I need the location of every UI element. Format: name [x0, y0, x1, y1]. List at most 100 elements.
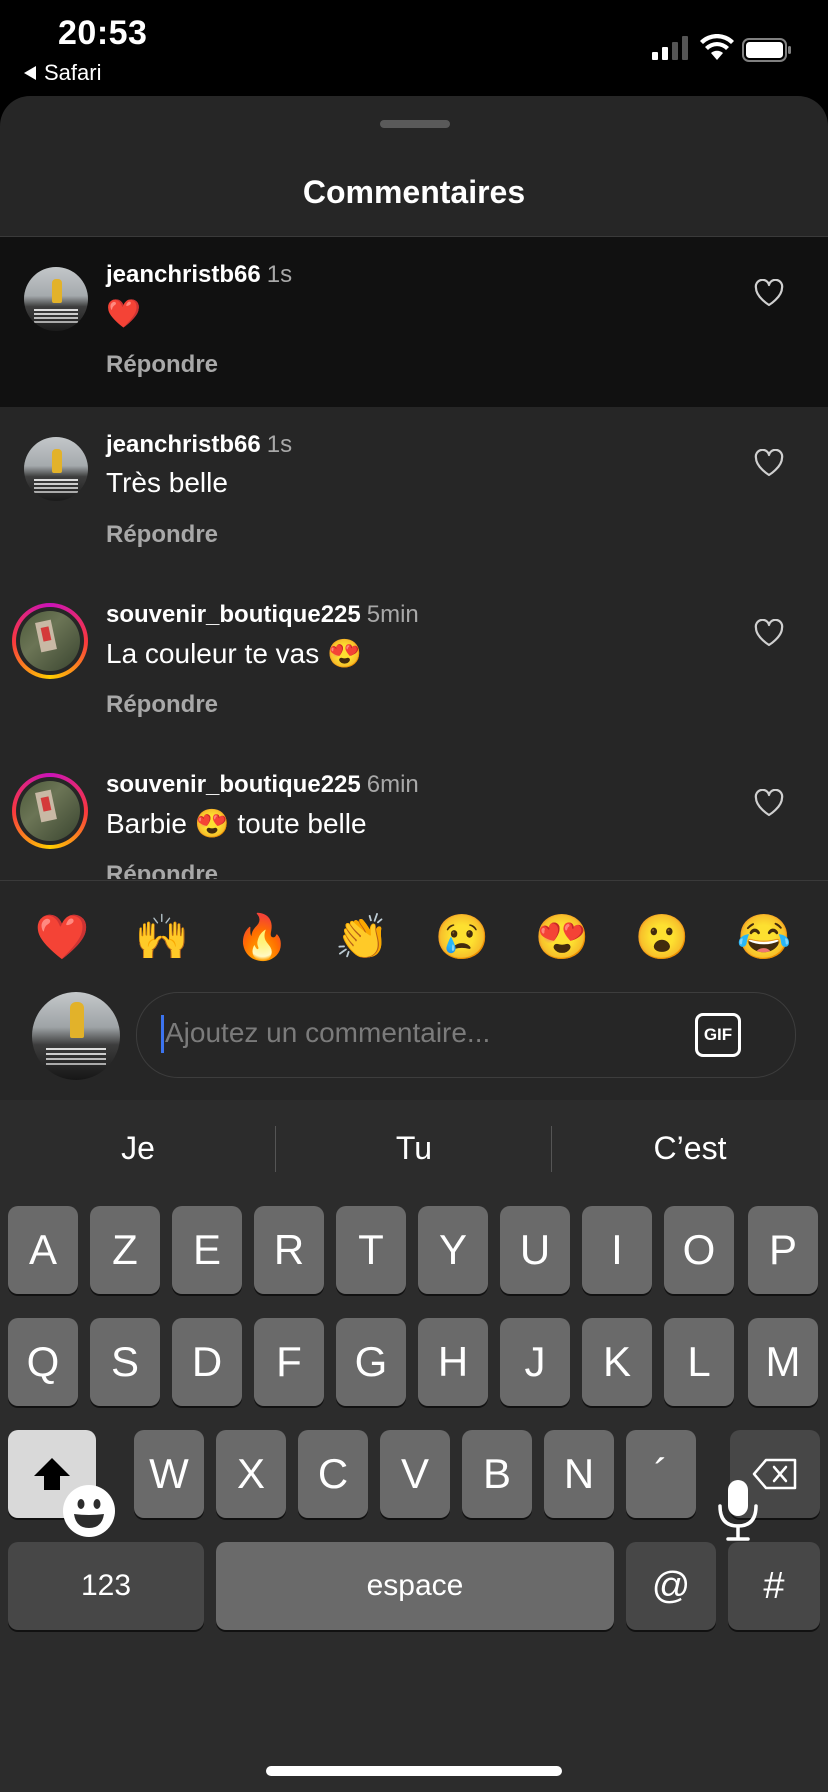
key[interactable]: N — [544, 1430, 614, 1518]
key[interactable]: K — [582, 1318, 652, 1406]
home-indicator[interactable] — [266, 1766, 562, 1776]
comment-time: 1s — [266, 261, 293, 288]
back-arrow-icon — [24, 66, 36, 80]
hash-key[interactable]: # — [728, 1542, 820, 1630]
like-heart-icon[interactable] — [754, 279, 784, 307]
like-heart-icon[interactable] — [754, 449, 784, 477]
comment-item: jeanchristb66 1s Très belle Répondre — [0, 407, 828, 577]
text-caret — [161, 1015, 164, 1053]
emoji-laughing-button[interactable]: 😂 — [732, 906, 796, 970]
emoji-crying-button[interactable]: 😢 — [430, 906, 494, 970]
key[interactable]: B — [462, 1430, 532, 1518]
at-key[interactable]: @ — [626, 1542, 716, 1630]
comment-username[interactable]: souvenir_boutique225 — [106, 771, 361, 798]
emoji-clapping-button[interactable]: 👏 — [330, 906, 394, 970]
key[interactable]: L — [664, 1318, 734, 1406]
key[interactable]: A — [8, 1206, 78, 1294]
status-bar: 20:53 Safari — [0, 0, 828, 96]
key[interactable]: C — [298, 1430, 368, 1518]
key[interactable]: O — [664, 1206, 734, 1294]
suggestion[interactable]: C’est — [552, 1100, 828, 1196]
comment-header: jeanchristb66 1s — [106, 431, 292, 459]
key[interactable]: S — [90, 1318, 160, 1406]
comment-item: jeanchristb66 1s ❤️ Répondre — [0, 237, 828, 407]
key[interactable]: P — [748, 1206, 818, 1294]
avatar-photo — [20, 611, 80, 671]
gif-button[interactable]: GIF — [695, 1013, 741, 1057]
key[interactable]: U — [500, 1206, 570, 1294]
reply-button[interactable]: Répondre — [106, 521, 218, 549]
status-time: 20:53 — [58, 14, 148, 52]
comment-header: jeanchristb66 1s — [106, 261, 292, 289]
numbers-key[interactable]: 123 — [8, 1542, 204, 1630]
microphone-icon[interactable] — [716, 1478, 760, 1542]
comment-time: 1s — [266, 431, 293, 458]
suggestion[interactable]: Tu — [276, 1100, 552, 1196]
avatar-ring-gap — [16, 777, 84, 845]
back-to-safari-button[interactable]: Safari — [24, 60, 101, 86]
key[interactable]: D — [172, 1318, 242, 1406]
emoji-surprised-button[interactable]: 😮 — [630, 906, 694, 970]
comment-username[interactable]: jeanchristb66 — [106, 431, 261, 458]
key[interactable]: ´ — [626, 1430, 696, 1518]
comment-text: Barbie 😍 toute belle — [106, 808, 367, 839]
sheet-grabber[interactable] — [380, 120, 450, 128]
key[interactable]: Q — [8, 1318, 78, 1406]
reply-button[interactable]: Répondre — [106, 351, 218, 379]
avatar[interactable] — [12, 773, 88, 849]
comment-username[interactable]: jeanchristb66 — [106, 261, 261, 288]
comment-input[interactable]: Ajoutez un commentaire... GIF — [136, 992, 796, 1078]
like-heart-icon[interactable] — [754, 619, 784, 647]
key[interactable]: I — [582, 1206, 652, 1294]
suggestion[interactable]: Je — [0, 1100, 276, 1196]
avatar-ring-gap — [16, 607, 84, 675]
keyboard: Je Tu C’est A Z E R T Y U I O P Q S D F … — [0, 1100, 828, 1792]
reply-button[interactable]: Répondre — [106, 691, 218, 719]
divider — [0, 880, 828, 881]
key[interactable]: M — [748, 1318, 818, 1406]
avatar-photo — [20, 781, 80, 841]
key[interactable]: R — [254, 1206, 324, 1294]
emoji-keyboard-icon[interactable] — [62, 1484, 116, 1538]
avatar[interactable] — [12, 603, 88, 679]
sheet-title: Commentaires — [302, 174, 526, 210]
key[interactable]: G — [336, 1318, 406, 1406]
quick-emoji-bar: ❤️ 🙌 🔥 👏 😢 😍 😮 😂 — [0, 906, 828, 970]
comment-username[interactable]: souvenir_boutique225 — [106, 601, 361, 628]
comment-header: souvenir_boutique225 5min — [106, 601, 419, 629]
key[interactable]: Z — [90, 1206, 160, 1294]
comment-text: ❤️ — [106, 298, 141, 329]
cellular-signal-icon — [652, 36, 688, 60]
emoji-raising-hands-button[interactable]: 🙌 — [130, 906, 194, 970]
space-key[interactable]: espace — [216, 1542, 614, 1630]
emoji-fire-button[interactable]: 🔥 — [230, 906, 294, 970]
avatar[interactable] — [24, 437, 88, 501]
key[interactable]: Y — [418, 1206, 488, 1294]
comment-text: La couleur te vas 😍 — [106, 638, 362, 669]
back-label: Safari — [44, 60, 102, 85]
key[interactable]: J — [500, 1318, 570, 1406]
key[interactable]: T — [336, 1206, 406, 1294]
key[interactable]: E — [172, 1206, 242, 1294]
comment-composer: Ajoutez un commentaire... GIF — [0, 992, 828, 1082]
comments-list: jeanchristb66 1s ❤️ Répondre jeanchristb6… — [0, 237, 828, 879]
battery-icon — [742, 38, 791, 62]
emoji-red-heart-button[interactable]: ❤️ — [30, 906, 94, 970]
comment-text: Très belle — [106, 467, 228, 498]
comment-header: souvenir_boutique225 6min — [106, 771, 419, 799]
key[interactable]: F — [254, 1318, 324, 1406]
comment-input-placeholder: Ajoutez un commentaire... — [165, 1017, 491, 1048]
key[interactable]: X — [216, 1430, 286, 1518]
key[interactable]: W — [134, 1430, 204, 1518]
comments-sheet: Commentaires jeanchristb66 1s ❤️ Répondre… — [0, 96, 828, 1100]
key[interactable]: V — [380, 1430, 450, 1518]
avatar[interactable] — [24, 267, 88, 331]
reply-button[interactable]: Répondre — [106, 861, 218, 879]
key[interactable]: H — [418, 1318, 488, 1406]
comment-item: souvenir_boutique225 5min La couleur te v… — [0, 577, 828, 747]
like-heart-icon[interactable] — [754, 789, 784, 817]
comment-time: 5min — [366, 601, 419, 628]
comment-item: souvenir_boutique225 6min Barbie 😍 toute … — [0, 747, 828, 879]
comment-time: 6min — [366, 771, 419, 798]
emoji-heart-eyes-button[interactable]: 😍 — [530, 906, 594, 970]
